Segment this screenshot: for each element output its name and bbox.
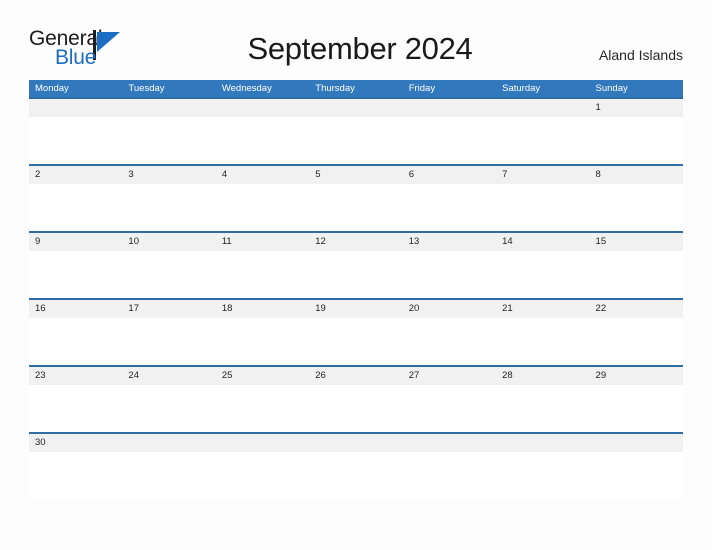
page-header: General Blue September 2024 Aland Island… (0, 0, 712, 78)
week-date-band: 16 17 18 19 20 21 22 (29, 300, 683, 318)
day-cell[interactable]: 26 (309, 367, 402, 385)
day-cell[interactable] (496, 99, 589, 117)
day-cell[interactable]: 21 (496, 300, 589, 318)
day-cell[interactable]: 9 (29, 233, 122, 251)
day-cell[interactable]: 4 (216, 166, 309, 184)
calendar-week-row: 16 17 18 19 20 21 22 (29, 298, 683, 365)
week-note-area[interactable] (29, 385, 683, 432)
day-cell[interactable]: 2 (29, 166, 122, 184)
week-date-band: 30 (29, 434, 683, 452)
page-title: September 2024 (247, 31, 473, 66)
weekday-header-thursday: Thursday (315, 83, 355, 94)
day-cell[interactable]: 7 (496, 166, 589, 184)
calendar-week-row: 23 24 25 26 27 28 29 (29, 365, 683, 432)
day-cell[interactable]: 15 (590, 233, 683, 251)
day-cell[interactable]: 17 (122, 300, 215, 318)
weekday-header-sunday: Sunday (595, 83, 628, 94)
day-cell[interactable]: 11 (216, 233, 309, 251)
day-cell[interactable]: 12 (309, 233, 402, 251)
day-cell[interactable]: 1 (590, 99, 683, 117)
week-note-area[interactable] (29, 184, 683, 231)
calendar-week-row: 30 (29, 432, 683, 499)
calendar-week-row: 1 (29, 97, 683, 164)
calendar-page: General Blue September 2024 Aland Island… (0, 0, 712, 550)
day-cell[interactable]: 6 (403, 166, 496, 184)
day-cell[interactable] (590, 434, 683, 452)
day-cell[interactable]: 25 (216, 367, 309, 385)
region-label: Aland Islands (598, 47, 683, 63)
week-note-area[interactable] (29, 318, 683, 365)
day-cell[interactable]: 23 (29, 367, 122, 385)
day-cell[interactable] (216, 99, 309, 117)
day-cell[interactable]: 14 (496, 233, 589, 251)
day-cell[interactable] (29, 99, 122, 117)
day-cell[interactable] (309, 434, 402, 452)
calendar-week-row: 2 3 4 5 6 7 8 (29, 164, 683, 231)
day-cell[interactable]: 20 (403, 300, 496, 318)
week-note-area[interactable] (29, 452, 683, 499)
general-blue-logo[interactable]: General Blue (29, 28, 159, 72)
day-cell[interactable]: 16 (29, 300, 122, 318)
weekday-header-row: Monday Tuesday Wednesday Thursday Friday… (29, 80, 683, 97)
weekday-header-wednesday: Wednesday (221, 83, 272, 94)
day-cell[interactable]: 24 (122, 367, 215, 385)
day-cell[interactable]: 5 (309, 166, 402, 184)
day-cell[interactable] (403, 434, 496, 452)
day-cell[interactable]: 18 (216, 300, 309, 318)
weekday-header-friday: Friday (408, 83, 436, 94)
day-cell[interactable]: 3 (122, 166, 215, 184)
day-cell[interactable]: 10 (122, 233, 215, 251)
calendar-week-row: 9 10 11 12 13 14 15 (29, 231, 683, 298)
calendar-grid: Monday Tuesday Wednesday Thursday Friday… (29, 80, 683, 499)
day-cell[interactable]: 29 (590, 367, 683, 385)
week-note-area[interactable] (29, 117, 683, 164)
logo-text-blue: Blue (55, 46, 97, 69)
blue-flag-triangle-icon (93, 30, 121, 60)
day-cell[interactable] (122, 434, 215, 452)
day-cell[interactable]: 27 (403, 367, 496, 385)
week-date-band: 23 24 25 26 27 28 29 (29, 367, 683, 385)
day-cell[interactable] (216, 434, 309, 452)
day-cell[interactable] (309, 99, 402, 117)
day-cell[interactable] (403, 99, 496, 117)
week-note-area[interactable] (29, 251, 683, 298)
day-cell[interactable] (496, 434, 589, 452)
day-cell[interactable]: 22 (590, 300, 683, 318)
day-cell[interactable] (122, 99, 215, 117)
week-date-band: 2 3 4 5 6 7 8 (29, 166, 683, 184)
day-cell[interactable]: 19 (309, 300, 402, 318)
week-date-band: 9 10 11 12 13 14 15 (29, 233, 683, 251)
day-cell[interactable]: 30 (29, 434, 122, 452)
day-cell[interactable]: 28 (496, 367, 589, 385)
weekday-header-saturday: Saturday (502, 83, 541, 94)
day-cell[interactable]: 8 (590, 166, 683, 184)
week-date-band: 1 (29, 99, 683, 117)
weekday-header-tuesday: Tuesday (128, 83, 165, 94)
day-cell[interactable]: 13 (403, 233, 496, 251)
weekday-header-monday: Monday (35, 83, 69, 94)
